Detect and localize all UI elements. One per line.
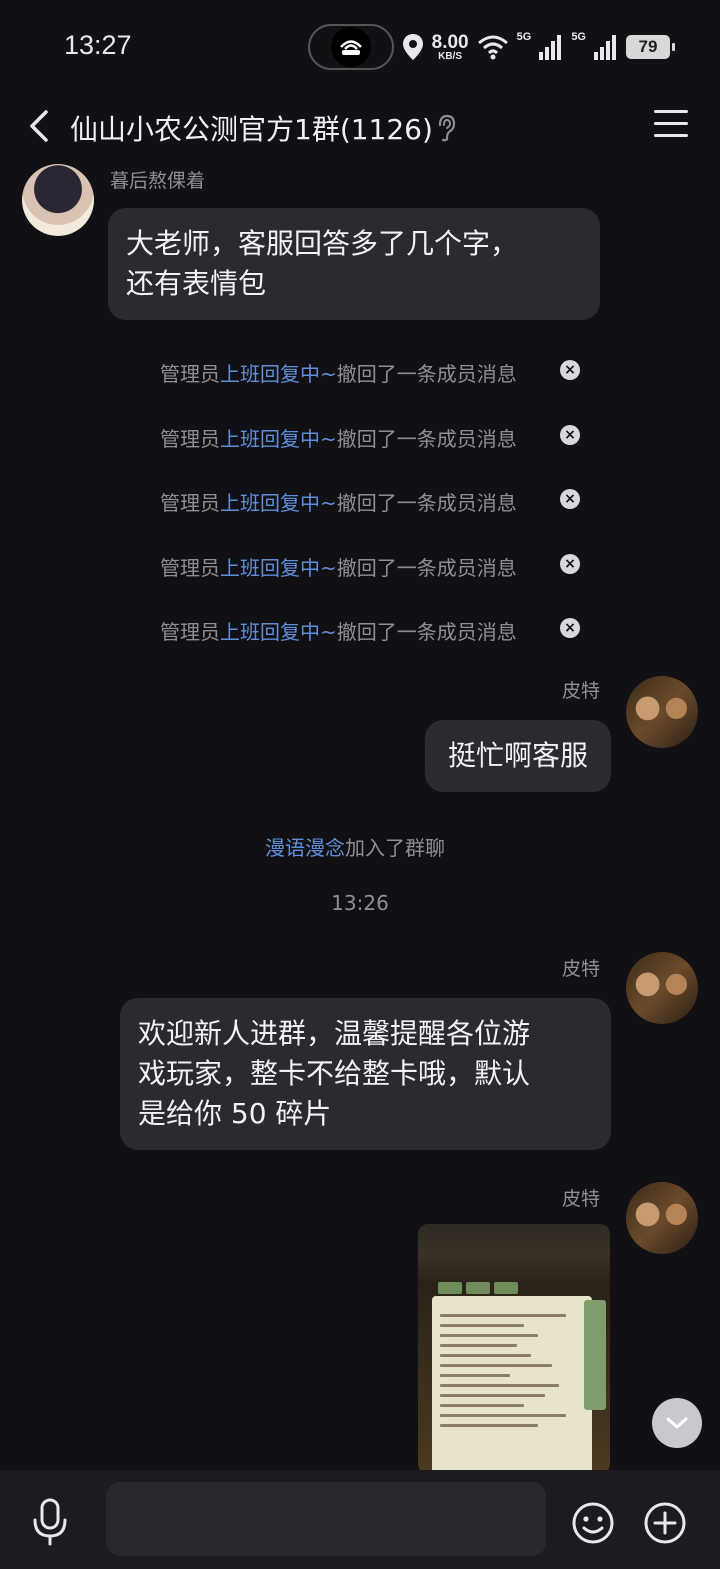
close-icon[interactable]: × bbox=[560, 360, 580, 380]
sender-name: 皮特 bbox=[562, 680, 601, 702]
close-icon[interactable]: × bbox=[560, 618, 580, 638]
chevron-left-icon bbox=[30, 110, 48, 142]
notice-suffix: 撤回了一条成员消息 bbox=[336, 556, 517, 580]
recall-notice: 管理员上班回复中~撤回了一条成员消息 bbox=[160, 616, 517, 645]
hamburger-icon-bar bbox=[654, 122, 688, 125]
message-bubble[interactable]: 欢迎新人进群，温馨提醒各位游 戏玩家，整卡不给整卡哦，默认 是给你 50 碎片 bbox=[120, 998, 611, 1150]
notice-prefix: 管理员 bbox=[160, 620, 220, 644]
message-text: 欢迎新人进群，温馨提醒各位游 bbox=[138, 1017, 531, 1050]
ear-icon[interactable] bbox=[436, 114, 458, 142]
chevron-down-icon bbox=[666, 1417, 688, 1429]
avatar[interactable] bbox=[22, 164, 94, 236]
hotspot-indicator bbox=[307, 24, 394, 70]
close-icon[interactable]: × bbox=[560, 489, 580, 509]
admin-name-link[interactable]: 上班回复中~ bbox=[220, 556, 337, 580]
message-text: 大老师，客服回答多了几个字， bbox=[126, 227, 519, 260]
status-icons: 8.00 KB/S 5G 5G 79 bbox=[307, 22, 675, 72]
image-side-banner bbox=[584, 1300, 606, 1410]
status-bar: 13:27 8.00 KB/S 5G 5G 79 bbox=[0, 0, 720, 92]
battery-indicator: 79 bbox=[626, 35, 675, 59]
notice-prefix: 管理员 bbox=[160, 556, 220, 580]
back-button[interactable] bbox=[20, 106, 60, 146]
message-input[interactable] bbox=[106, 1482, 546, 1556]
hotspot-icon bbox=[330, 27, 371, 67]
chat-title[interactable]: 仙山小农公测官方1群(1126) bbox=[70, 108, 433, 148]
chat-header: 仙山小农公测官方1群(1126) bbox=[0, 92, 720, 162]
sender-name: 暮后熬倮着 bbox=[110, 170, 206, 192]
voice-button[interactable] bbox=[30, 1498, 70, 1546]
image-tabs bbox=[438, 1282, 518, 1294]
close-icon[interactable]: × bbox=[560, 425, 580, 445]
close-icon[interactable]: × bbox=[560, 554, 580, 574]
signal-icon-1 bbox=[539, 35, 562, 60]
notice-suffix: 撤回了一条成员消息 bbox=[336, 362, 517, 386]
hamburger-icon-bar bbox=[654, 134, 688, 137]
notice-prefix: 管理员 bbox=[160, 427, 220, 451]
speed-unit: KB/S bbox=[438, 50, 463, 62]
sender-name: 皮特 bbox=[562, 958, 601, 980]
message-timestamp: 13:26 bbox=[331, 891, 389, 915]
network-speed: 8.00 KB/S bbox=[432, 33, 469, 62]
avatar[interactable] bbox=[626, 952, 698, 1024]
status-time: 13:27 bbox=[64, 30, 132, 60]
input-bar bbox=[0, 1470, 720, 1569]
message-bubble[interactable]: 挺忙啊客服 bbox=[425, 720, 611, 792]
admin-name-link[interactable]: 上班回复中~ bbox=[220, 427, 337, 451]
recall-notice: 管理员上班回复中~撤回了一条成员消息 bbox=[160, 358, 517, 387]
notice-prefix: 管理员 bbox=[160, 362, 220, 386]
signal-icon-2 bbox=[594, 35, 616, 60]
scroll-to-bottom-button[interactable] bbox=[652, 1398, 702, 1448]
notice-suffix: 撤回了一条成员消息 bbox=[336, 491, 517, 515]
recall-notice: 管理员上班回复中~撤回了一条成员消息 bbox=[160, 423, 517, 452]
microphone-icon bbox=[33, 1498, 67, 1546]
admin-name-link[interactable]: 上班回复中~ bbox=[220, 620, 337, 644]
plus-circle-icon bbox=[644, 1502, 686, 1544]
network-type-2: 5G bbox=[571, 31, 586, 43]
sender-name: 皮特 bbox=[562, 1188, 601, 1210]
wifi-icon bbox=[477, 35, 508, 60]
avatar[interactable] bbox=[626, 676, 698, 748]
message-text: 挺忙啊客服 bbox=[447, 739, 588, 772]
smiley-icon bbox=[572, 1502, 614, 1544]
speed-value: 8.00 bbox=[431, 31, 469, 53]
notice-prefix: 管理员 bbox=[160, 491, 220, 515]
menu-button[interactable] bbox=[654, 110, 688, 140]
recall-notice: 管理员上班回复中~撤回了一条成员消息 bbox=[160, 487, 517, 516]
image-message[interactable] bbox=[418, 1224, 610, 1470]
join-notice: 漫语漫念加入了群聊 bbox=[265, 832, 445, 861]
notice-suffix: 加入了群聊 bbox=[345, 836, 445, 860]
message-list[interactable]: 暮后熬倮着 大老师，客服回答多了几个字， 还有表情包 管理员上班回复中~撤回了一… bbox=[0, 162, 720, 1470]
member-name-link[interactable]: 漫语漫念 bbox=[265, 836, 345, 860]
message-text: 是给你 50 碎片 bbox=[138, 1097, 332, 1130]
admin-name-link[interactable]: 上班回复中~ bbox=[220, 491, 337, 515]
more-button[interactable] bbox=[644, 1502, 686, 1544]
notice-suffix: 撤回了一条成员消息 bbox=[336, 427, 517, 451]
hamburger-icon-bar bbox=[654, 110, 688, 113]
notice-suffix: 撤回了一条成员消息 bbox=[336, 620, 517, 644]
admin-name-link[interactable]: 上班回复中~ bbox=[220, 362, 337, 386]
image-text-lines bbox=[440, 1314, 580, 1434]
location-icon bbox=[402, 34, 423, 60]
message-bubble[interactable]: 大老师，客服回答多了几个字， 还有表情包 bbox=[108, 208, 600, 320]
emoji-button[interactable] bbox=[572, 1502, 614, 1544]
avatar[interactable] bbox=[626, 1182, 698, 1254]
message-text: 戏玩家，整卡不给整卡哦，默认 bbox=[138, 1057, 531, 1090]
recall-notice: 管理员上班回复中~撤回了一条成员消息 bbox=[160, 552, 517, 581]
network-type-1: 5G bbox=[516, 31, 532, 43]
message-text: 还有表情包 bbox=[126, 267, 267, 300]
